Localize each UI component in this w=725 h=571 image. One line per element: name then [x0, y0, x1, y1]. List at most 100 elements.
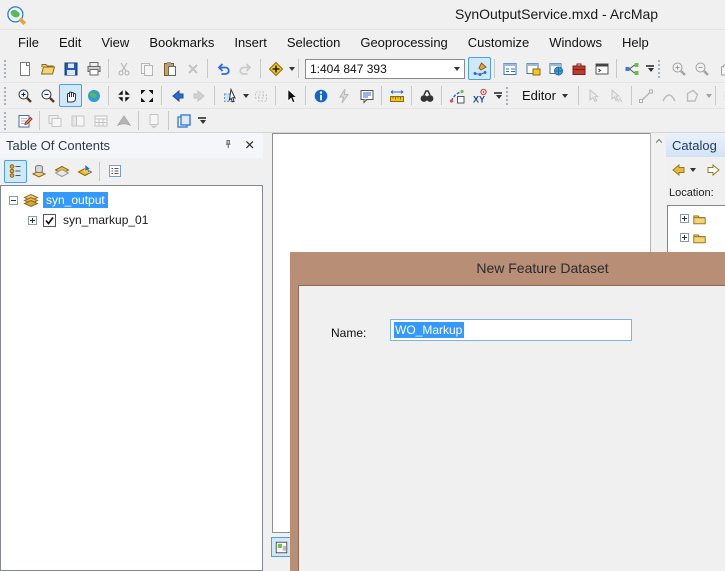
scroll-up-button[interactable]	[651, 133, 666, 149]
menu-edit[interactable]: Edit	[49, 32, 91, 53]
dropdown-caret-icon[interactable]	[199, 120, 206, 124]
menu-file[interactable]: File	[8, 32, 49, 53]
expand-icon[interactable]	[680, 214, 689, 223]
edit-annotation-button[interactable]: A	[605, 84, 628, 107]
pan-button[interactable]	[59, 84, 82, 107]
clear-selection-button[interactable]	[249, 84, 272, 107]
list-by-source-button[interactable]	[27, 160, 50, 183]
menu-customize[interactable]: Customize	[458, 32, 539, 53]
delete-button[interactable]	[181, 57, 204, 80]
redo-button[interactable]	[234, 57, 257, 80]
toolbar-overflow-button[interactable]	[195, 110, 208, 132]
zoom-in-button[interactable]	[13, 84, 36, 107]
dropdown-caret-icon[interactable]	[647, 68, 654, 72]
copy-button[interactable]	[135, 57, 158, 80]
find-route-button[interactable]	[445, 84, 468, 107]
modelbuilder-button[interactable]	[620, 57, 643, 80]
dropdown-caret-icon[interactable]	[561, 93, 568, 98]
expand-icon[interactable]	[680, 233, 689, 242]
sketch-arc-button[interactable]	[658, 84, 681, 107]
toolbar-grip[interactable]	[4, 59, 9, 78]
combo-dropdown-icon[interactable]	[448, 60, 464, 78]
window-grid-button[interactable]	[89, 109, 112, 132]
list-by-drawing-order-button[interactable]	[4, 159, 27, 183]
zoom-out-layout-button[interactable]	[690, 57, 713, 80]
close-icon[interactable]	[244, 139, 257, 152]
toc-options-button[interactable]	[103, 160, 126, 183]
editor-menu-button[interactable]: Editor	[515, 85, 575, 106]
menu-selection[interactable]: Selection	[277, 32, 350, 53]
toolbar-overflow-button[interactable]	[491, 85, 504, 107]
new-document-button[interactable]	[13, 57, 36, 80]
search-window-button[interactable]	[544, 57, 567, 80]
full-extent-button[interactable]	[82, 84, 105, 107]
pin-icon[interactable]	[223, 139, 236, 152]
page-export-button[interactable]	[142, 109, 165, 132]
name-input[interactable]: WO_Markup	[390, 319, 632, 341]
add-data-button[interactable]	[264, 57, 287, 80]
measure-button[interactable]	[385, 84, 408, 107]
arcmap-logo-icon[interactable]	[6, 5, 26, 25]
hyperlink-button[interactable]	[332, 84, 355, 107]
layer-visibility-checkbox[interactable]	[43, 213, 56, 227]
edit-markup-button[interactable]	[13, 109, 36, 132]
edit-tool-button[interactable]	[582, 84, 605, 107]
expand-icon[interactable]	[28, 215, 37, 225]
menu-bookmarks[interactable]: Bookmarks	[139, 32, 224, 53]
dropdown-caret-icon[interactable]	[705, 93, 712, 98]
identify-button[interactable]	[309, 84, 332, 107]
cut-button[interactable]	[112, 57, 135, 80]
fixed-zoom-out-button[interactable]	[135, 84, 158, 107]
sketch-trace-button[interactable]	[681, 84, 704, 107]
zoom-in-layout-button[interactable]	[667, 57, 690, 80]
catalog-row-folder[interactable]	[668, 228, 725, 247]
sketch-line-button[interactable]	[635, 84, 658, 107]
back-caret-icon[interactable]	[690, 168, 696, 172]
tree-row-group[interactable]: syn_output	[1, 190, 262, 210]
toolbar-grip[interactable]	[4, 86, 9, 105]
dropdown-caret-icon[interactable]	[454, 66, 460, 71]
menu-insert[interactable]: Insert	[224, 32, 277, 53]
dropdown-caret-icon[interactable]	[495, 95, 502, 99]
select-elements-button[interactable]	[279, 84, 302, 107]
toc-window-button[interactable]	[498, 57, 521, 80]
window-cascade-button[interactable]	[43, 109, 66, 132]
forward-extent-button[interactable]	[188, 84, 211, 107]
fixed-zoom-in-button[interactable]	[112, 84, 135, 107]
toolbar-grip[interactable]	[506, 86, 511, 105]
copy-pages-button[interactable]	[172, 109, 195, 132]
menu-geoprocessing[interactable]: Geoprocessing	[350, 32, 457, 53]
print-button[interactable]	[82, 57, 105, 80]
layer-group-label[interactable]: syn_output	[43, 192, 108, 208]
zoom-out-button[interactable]	[36, 84, 59, 107]
select-features-button[interactable]	[218, 84, 241, 107]
arctoolbox-button[interactable]	[567, 57, 590, 80]
menu-windows[interactable]: Windows	[539, 32, 612, 53]
go-to-xy-button[interactable]: XY	[468, 84, 491, 107]
collapse-icon[interactable]	[9, 195, 18, 205]
save-button[interactable]	[59, 57, 82, 80]
tree-row-layer[interactable]: syn_markup_01	[1, 210, 262, 230]
toolbar-grip[interactable]	[4, 111, 9, 130]
open-folder-button[interactable]	[36, 57, 59, 80]
html-popup-button[interactable]	[355, 84, 378, 107]
edit-sketch-button[interactable]	[468, 57, 491, 80]
list-by-selection-button[interactable]	[73, 160, 96, 183]
map-scale-combo[interactable]: 1:404 847 393	[305, 58, 465, 79]
dropdown-caret-icon[interactable]	[289, 66, 295, 71]
layer-wedge-button[interactable]	[112, 109, 135, 132]
window-panel-button[interactable]	[66, 109, 89, 132]
list-by-visibility-button[interactable]	[50, 160, 73, 183]
menu-view[interactable]: View	[91, 32, 139, 53]
back-extent-button[interactable]	[165, 84, 188, 107]
toolbar-grip[interactable]	[658, 59, 663, 78]
undo-button[interactable]	[211, 57, 234, 80]
data-view-toggle-button[interactable]	[271, 537, 291, 557]
layer-label[interactable]: syn_markup_01	[60, 212, 151, 228]
find-button[interactable]	[415, 84, 438, 107]
snapping-button[interactable]	[719, 84, 725, 107]
catalog-window-button[interactable]	[521, 57, 544, 80]
forward-arrow-icon[interactable]	[706, 162, 722, 178]
pan-layout-button[interactable]	[713, 57, 725, 80]
paste-button[interactable]	[158, 57, 181, 80]
